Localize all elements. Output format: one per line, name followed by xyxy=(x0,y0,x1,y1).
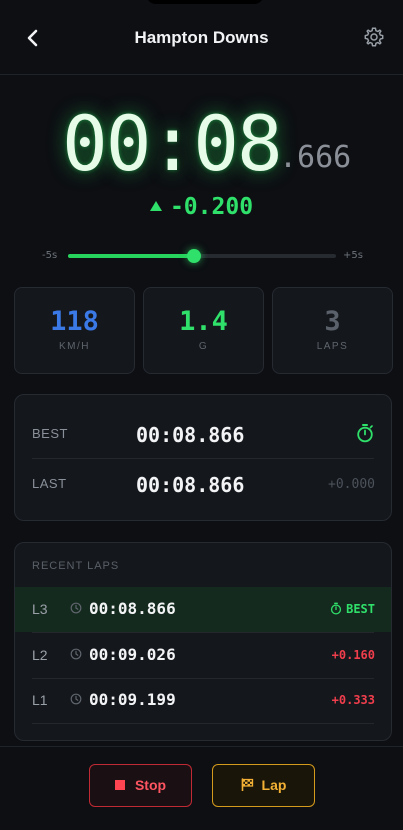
stop-icon xyxy=(114,780,125,790)
lap-time: 00:08.866 xyxy=(89,599,176,618)
laps-unit: LAPS xyxy=(316,341,349,352)
best-last-card: BEST 00:08.866 LAST 00:08.866 +0.000 xyxy=(14,394,392,521)
laps-stat-card: 3 LAPS xyxy=(272,287,393,374)
stopwatch-icon xyxy=(357,424,373,443)
row-divider xyxy=(32,723,374,724)
row-divider xyxy=(32,458,374,459)
lap-time: 00:09.199 xyxy=(89,690,176,709)
footer-divider xyxy=(0,746,403,747)
lap-row-l3[interactable]: L3 00:08.866 BEST xyxy=(15,587,391,632)
lap-diff: +0.333 xyxy=(331,693,375,707)
lap-number: L1 xyxy=(32,692,48,708)
stopwatch-icon xyxy=(331,602,342,615)
lap-number: L2 xyxy=(32,647,48,663)
lap-number: L3 xyxy=(32,601,48,617)
last-label: LAST xyxy=(32,476,67,491)
g-force-value: 1.4 xyxy=(179,306,228,337)
lap-time: 00:09.026 xyxy=(89,645,176,664)
last-time: 00:08.866 xyxy=(136,473,245,497)
lap-button[interactable]: Lap xyxy=(212,764,315,807)
g-force-unit: G xyxy=(198,341,209,352)
last-diff: +0.000 xyxy=(328,477,375,492)
lap-diff: BEST xyxy=(346,602,375,616)
stop-button[interactable]: Stop xyxy=(89,764,192,807)
offset-slider[interactable] xyxy=(68,249,336,263)
lap-diff: +0.160 xyxy=(331,648,375,662)
delta-value: -0.200 xyxy=(169,194,254,220)
g-force-stat-card: 1.4 G xyxy=(143,287,264,374)
lap-button-label: Lap xyxy=(261,777,287,793)
page-title: Hampton Downs xyxy=(134,28,269,47)
slider-fill xyxy=(68,254,194,258)
recent-laps-card: RECENT LAPS L3 00:08.866 BEST L2 00:09.0… xyxy=(14,542,392,741)
lap-row-l1[interactable]: L1 00:09.199 +0.333 xyxy=(15,678,391,723)
flag-icon xyxy=(241,778,253,792)
best-time: 00:08.866 xyxy=(136,423,245,447)
clock-icon xyxy=(70,602,82,614)
top-bar: Hampton Downs xyxy=(0,0,403,75)
speed-unit: KM/H xyxy=(59,341,90,352)
slider-thumb[interactable] xyxy=(186,249,201,263)
speed-value: 118 xyxy=(50,306,99,337)
laps-value: 3 xyxy=(324,306,341,337)
slider-max-label: +5s xyxy=(343,250,363,261)
lap-row-l2[interactable]: L2 00:09.026 +0.160 xyxy=(15,633,391,678)
best-label: BEST xyxy=(32,426,68,441)
slider-min-label: -5s xyxy=(42,250,58,261)
recent-laps-title: RECENT LAPS xyxy=(32,560,120,572)
timer-main-digits: 00:08 xyxy=(62,99,283,188)
stop-button-label: Stop xyxy=(134,777,167,793)
triangle-up-icon xyxy=(149,201,162,211)
clock-icon xyxy=(70,648,82,660)
delta-readout: -0.200 xyxy=(0,194,403,220)
clock-icon xyxy=(70,693,82,705)
lap-timer: 00:08 .666 xyxy=(0,100,403,190)
speed-stat-card: 118 KM/H xyxy=(14,287,135,374)
lap-best-badge: BEST xyxy=(330,602,375,616)
timer-milliseconds: .666 xyxy=(279,140,352,175)
gear-icon[interactable] xyxy=(363,26,385,48)
